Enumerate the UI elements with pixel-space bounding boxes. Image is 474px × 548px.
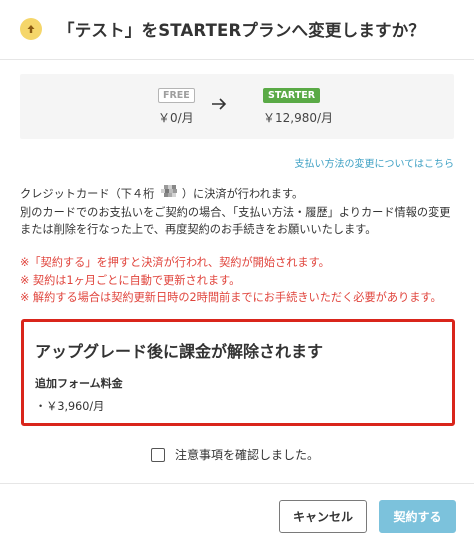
confirm-checkbox-row[interactable]: 注意事項を確認しました。 xyxy=(151,446,319,463)
card-info-text: クレジットカード（下４桁 xyxy=(20,187,158,201)
new-plan-badge: STARTER xyxy=(263,88,321,103)
card-change-notice: 別のカードでのお支払いをご契約の場合、「支払い方法・履歴」よりカード情報の変更 xyxy=(20,206,451,219)
dialog-header: 「テスト」をSTARTERプランへ変更しますか？ xyxy=(0,0,474,60)
note-item: ※「契約する」を押すと決済が行われ、契約が開始されます。 xyxy=(20,256,330,269)
current-plan-price: ￥0/月 xyxy=(158,111,194,125)
submit-contract-button[interactable]: 契約する xyxy=(379,500,456,533)
plan-change-summary: FREE ￥0/月 STARTER ￥12,980/月 xyxy=(20,74,454,139)
payment-info: クレジットカード（下４桁 ）に決済が行われます。 別のカードでのお支払いをご契約… xyxy=(20,185,460,238)
note-item: ※ 解約する場合は契約更新日時の2時間前までにお手続きいただく必要があります。 xyxy=(20,291,442,304)
alert-title: アップグレード後に課金が解除されます xyxy=(35,342,324,361)
new-plan-price: ￥12,980/月 xyxy=(263,111,334,125)
arrow-up-circle-icon xyxy=(20,18,42,40)
card-info-line: クレジットカード（下４桁 ）に決済が行われます。 xyxy=(20,185,460,204)
dialog-title: 「テスト」をSTARTERプランへ変更しますか？ xyxy=(58,21,426,40)
note-item: ※ 契約は1ヶ月ごとに自動で更新されます。 xyxy=(20,273,241,287)
payment-method-link[interactable]: 支払い方法の変更についてはこちら xyxy=(295,155,455,170)
card-info-text-after: ）に決済が行われます。 xyxy=(181,187,304,201)
contract-notes: ※「契約する」を押すと決済が行われ、契約が開始されます。 ※ 契約は1ヶ月ごとに… xyxy=(20,254,460,307)
cancel-button[interactable]: キャンセル xyxy=(279,500,367,533)
alert-subtitle: 追加フォーム料金 xyxy=(35,377,123,390)
divider xyxy=(0,483,474,484)
arrow-right-icon xyxy=(211,96,227,115)
confirm-checkbox[interactable] xyxy=(151,447,165,462)
divider xyxy=(0,59,474,60)
current-plan-badge: FREE xyxy=(158,88,195,103)
masked-card-digits-icon xyxy=(160,185,179,204)
confirm-label: 注意事項を確認しました。 xyxy=(175,448,320,462)
card-change-notice-2: または削除を行なった上で、再度契約のお手続きをお願いいたします。 xyxy=(20,223,377,236)
alert-price: ・￥3,960/月 xyxy=(35,400,105,413)
billing-cancellation-alert: アップグレード後に課金が解除されます 追加フォーム料金 ・￥3,960/月 xyxy=(21,319,455,426)
